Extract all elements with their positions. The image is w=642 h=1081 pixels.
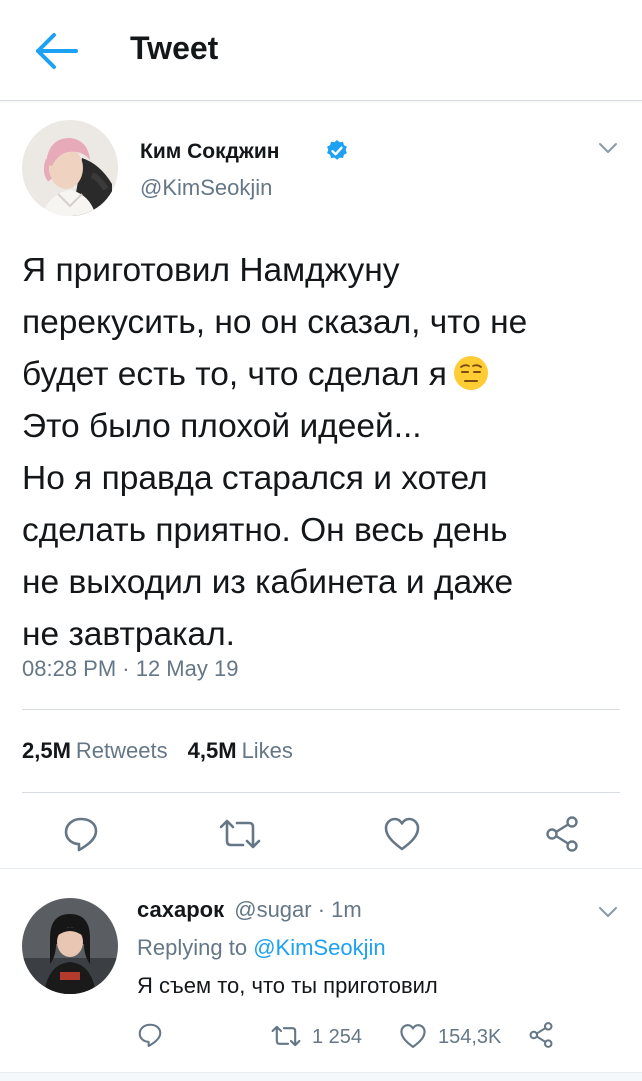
thread-separator [0, 868, 642, 869]
like-button[interactable] [383, 816, 421, 852]
like-icon [400, 1024, 426, 1048]
reply-handle[interactable]: @sugar [234, 897, 311, 922]
replying-to: Replying to @KimSeokjin [137, 935, 386, 961]
verified-badge-icon [327, 140, 347, 160]
share-icon [546, 816, 578, 852]
author-display-name[interactable]: Ким Сокджин [140, 140, 279, 164]
reply-reply-button[interactable] [137, 1022, 163, 1048]
chevron-down-icon[interactable] [596, 140, 620, 156]
back-button[interactable] [30, 28, 80, 74]
reply-like-count: 154,3K [438, 1026, 502, 1048]
reply-share-button[interactable] [528, 1021, 554, 1049]
tweet-timestamp: 08:28 PM · 12 May 19 [22, 656, 239, 681]
reply-icon [138, 1023, 162, 1047]
author-handle[interactable]: @KimSeokjin [140, 175, 272, 201]
tweet-stats: 2,5M Retweets 4,5M Likes [22, 738, 293, 764]
reply-retweet-button[interactable] [270, 1024, 302, 1048]
retweet-icon [271, 1025, 301, 1047]
retweet-icon [219, 819, 261, 849]
share-button[interactable] [544, 815, 580, 853]
tweet-line-with-emoji: будет есть то, что сделал я [22, 349, 632, 401]
author-avatar[interactable] [22, 120, 118, 216]
like-icon [384, 817, 420, 851]
expressionless-face-emoji [453, 356, 488, 390]
tweet-text: Я приготовил Намджуну перекусить, но он … [22, 245, 632, 661]
divider [22, 792, 620, 793]
like-count: 4,5M [187, 738, 237, 763]
retweet-count: 2,5M [22, 738, 71, 763]
tweet-line: Это было плохой идеей... [22, 408, 422, 445]
top-bar: Tweet [0, 0, 642, 101]
divider [22, 709, 620, 710]
reply-icon [64, 817, 98, 852]
reply-like-button[interactable] [399, 1023, 427, 1049]
reply-header: сахарок @sugar · 1m [137, 897, 362, 923]
reply-display-name[interactable]: сахарок [137, 897, 224, 922]
replying-to-label: Replying to [137, 935, 248, 960]
tweet-line: Но я правда старался и хотел [22, 460, 488, 497]
share-icon [529, 1022, 553, 1048]
reply-author-avatar[interactable] [22, 898, 118, 994]
reply-text: Я съем то, что ты приготовил [137, 973, 438, 998]
page-title: Tweet [130, 30, 219, 66]
tweet-line: будет есть то, что сделал я [22, 356, 447, 393]
chevron-down-icon[interactable] [596, 904, 620, 920]
tweet-line: сделать приятно. Он весь день [22, 512, 508, 549]
tweet-line: перекусить, но он сказал, что не [22, 304, 528, 341]
retweets-stat[interactable]: 2,5M Retweets [22, 738, 168, 763]
tweet-line: не завтракал. [22, 616, 235, 653]
replying-to-handle[interactable]: @KimSeokjin [253, 935, 385, 960]
likes-stat[interactable]: 4,5M Likes [188, 738, 293, 763]
reply-button[interactable] [62, 815, 100, 853]
likes-label: Likes [241, 738, 293, 763]
retweet-button[interactable] [218, 817, 262, 851]
reply-retweet-count: 1 254 [312, 1026, 363, 1048]
reply-time: · 1m [317, 897, 362, 922]
arrow-left-icon [36, 33, 78, 69]
tweet-line: Я приготовил Намджуну [22, 252, 400, 289]
tweet-line: не выходил из кабинета и даже [22, 564, 514, 601]
retweets-label: Retweets [75, 738, 168, 763]
